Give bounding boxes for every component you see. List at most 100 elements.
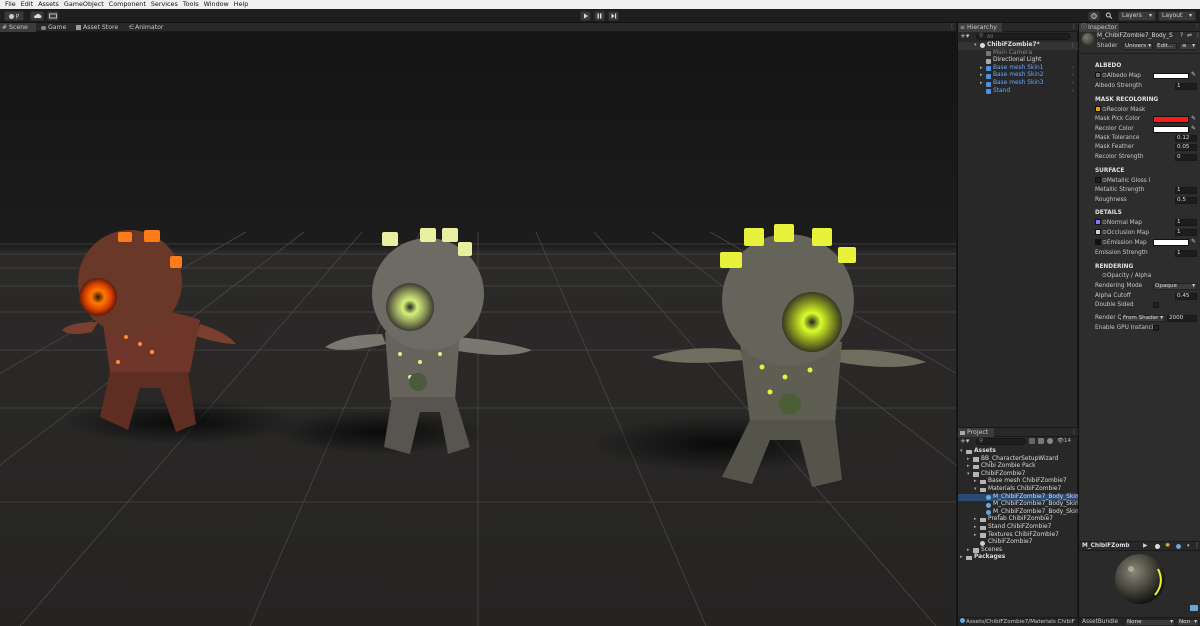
project-item-assets[interactable]: ▾ Assets <box>958 448 1078 456</box>
expand-arrow-icon[interactable]: ▸ <box>974 478 977 486</box>
expand-arrow-icon[interactable]: ▸ <box>980 80 983 88</box>
collab-button[interactable] <box>47 11 59 21</box>
shader-options-dropdown[interactable]: ≡ ▾ <box>1179 43 1197 50</box>
menu-component[interactable]: Component <box>109 0 146 9</box>
scene-viewport[interactable] <box>0 32 956 626</box>
albedo-strength-field[interactable]: 1 <box>1175 83 1197 90</box>
more-options-icon[interactable]: ⋮ <box>949 23 955 30</box>
hierarchy-root-scene[interactable]: ▾ ChibiFZombie7* ⋮ <box>958 42 1078 50</box>
history-button[interactable] <box>1088 11 1100 21</box>
help-icon[interactable]: ? <box>1180 32 1183 39</box>
expand-arrow-icon[interactable]: ▾ <box>974 486 977 494</box>
more-options-icon[interactable]: ⋮ <box>1194 542 1200 549</box>
hierarchy-item-base-mesh-skin2[interactable]: ▸ Base mesh Skin2 › <box>958 72 1078 80</box>
expand-arrow-icon[interactable]: ▸ <box>974 516 977 524</box>
more-options-icon[interactable]: ⋮ <box>1070 42 1076 50</box>
project-item-bb-charactersetupwizard[interactable]: ▸ BB_CharacterSetupWizard <box>958 456 1078 464</box>
roughness-field[interactable]: 0.5 <box>1175 197 1197 204</box>
search-by-type-icon[interactable] <box>1029 438 1035 444</box>
project-item-material-skin3[interactable]: M_ChibiFZombie7_Body_Skin3 <box>958 509 1082 517</box>
project-item-scenes-folder[interactable]: ▸ Scenes <box>958 547 1078 555</box>
expand-arrow-icon[interactable]: ▸ <box>960 554 963 562</box>
occlusion-map-thumbnail[interactable] <box>1095 229 1101 235</box>
tab-project[interactable]: Project <box>958 428 994 437</box>
expand-arrow-icon[interactable]: ▸ <box>967 547 970 555</box>
hierarchy-search-input[interactable]: ⚲ All <box>976 33 1070 40</box>
emission-color-swatch[interactable] <box>1153 239 1189 246</box>
mask-feather-field[interactable]: 0.05 <box>1175 144 1197 151</box>
menu-edit[interactable]: Edit <box>21 0 33 9</box>
account-button[interactable]: P <box>4 11 24 21</box>
expand-arrow-icon[interactable]: ▾ <box>967 471 970 479</box>
tab-hierarchy[interactable]: ≡ Hierarchy <box>958 23 1002 32</box>
eyedropper-icon[interactable]: ✎ <box>1191 115 1196 122</box>
tab-asset-store[interactable]: Asset Store <box>74 23 124 32</box>
cloud-button[interactable] <box>30 11 44 21</box>
play-icon[interactable]: ▶ <box>1143 542 1148 549</box>
shader-dropdown[interactable]: Univers ▾ <box>1123 43 1153 50</box>
alpha-cutoff-field[interactable]: 0.45 <box>1175 293 1197 300</box>
emission-strength-field[interactable]: 1 <box>1175 250 1197 257</box>
emission-map-thumbnail[interactable] <box>1095 239 1101 245</box>
recolor-mask-thumbnail[interactable] <box>1095 106 1101 112</box>
recolor-strength-field[interactable]: 0 <box>1175 154 1197 161</box>
project-item-chibifzombie7-folder[interactable]: ▾ ChibiFZombie7 <box>958 471 1078 479</box>
hidden-packages-count[interactable]: 👁14 <box>1057 438 1071 444</box>
render-queue-field[interactable]: 2000 <box>1167 315 1197 322</box>
eyedropper-icon[interactable]: ✎ <box>1191 71 1196 78</box>
reflection-icon[interactable] <box>1176 544 1181 549</box>
hierarchy-item-stand[interactable]: Stand › <box>958 88 1078 96</box>
albedo-map-thumbnail[interactable] <box>1095 72 1101 78</box>
search-button[interactable] <box>1103 11 1115 21</box>
expand-arrow-icon[interactable]: ▾ <box>974 42 977 50</box>
double-sided-checkbox[interactable] <box>1153 302 1159 308</box>
menu-file[interactable]: File <box>5 0 16 9</box>
sphere-icon[interactable] <box>1155 544 1160 549</box>
expand-arrow-icon[interactable]: ▸ <box>980 65 983 73</box>
assetbundle-dropdown[interactable]: None ▾ <box>1125 619 1175 626</box>
project-item-material-skin1[interactable]: M_ChibiFZombie7_Body_Skin1 <box>958 493 1082 502</box>
menu-gameobject[interactable]: GameObject <box>64 0 104 9</box>
project-item-base-mesh-folder[interactable]: ▸ Base mesh ChibiFZombie7 <box>958 478 1078 486</box>
project-item-textures-folder[interactable]: ▸ Textures ChibiFZombie7 <box>958 532 1078 540</box>
chevron-right-icon[interactable]: › <box>1072 72 1074 80</box>
more-options-icon[interactable]: ⋮ <box>1195 32 1200 39</box>
project-item-stand-folder[interactable]: ▸ Stand ChibiFZombie7 <box>958 524 1078 532</box>
metallic-gloss-thumbnail[interactable] <box>1095 177 1101 183</box>
project-search-input[interactable]: ⚲ <box>976 438 1026 445</box>
project-item-materials-folder[interactable]: ▾ Materials ChibiFZombie7 <box>958 486 1078 494</box>
material-preview-sphere[interactable] <box>1079 551 1200 617</box>
mask-pick-color-swatch[interactable] <box>1153 116 1189 123</box>
expand-arrow-icon[interactable]: ▸ <box>974 524 977 532</box>
create-asset-button[interactable]: +▾ <box>960 438 969 445</box>
tab-inspector[interactable]: ⓘ Inspector <box>1079 23 1119 32</box>
rendering-mode-dropdown[interactable]: Opaque ▾ <box>1153 283 1197 290</box>
layout-dropdown[interactable]: Layout ▾ <box>1158 11 1196 21</box>
metallic-strength-field[interactable]: 1 <box>1175 187 1197 194</box>
search-by-label-icon[interactable] <box>1038 438 1044 444</box>
menu-assets[interactable]: Assets <box>38 0 59 9</box>
light-icon[interactable]: ✺ <box>1165 542 1170 549</box>
edit-shader-button[interactable]: Edit... <box>1155 43 1177 50</box>
more-options-icon[interactable]: ⋮ <box>1071 428 1077 435</box>
project-item-packages[interactable]: ▸ Packages <box>958 554 1078 562</box>
expand-arrow-icon[interactable]: ▸ <box>980 72 983 80</box>
expand-arrow-icon[interactable]: ▾ <box>960 448 963 456</box>
project-item-prefab-folder[interactable]: ▸ Prefab ChibiFZombie7 <box>958 516 1078 524</box>
menu-help[interactable]: Help <box>234 0 249 9</box>
mask-tolerance-field[interactable]: 0.12 <box>1175 135 1197 142</box>
step-button[interactable] <box>608 11 619 21</box>
layers-dropdown[interactable]: Layers ▾ <box>1118 11 1156 21</box>
tab-scene[interactable]: # Scene <box>0 23 36 32</box>
recolor-color-swatch[interactable] <box>1153 126 1189 133</box>
normal-strength-field[interactable]: 1 <box>1175 219 1197 226</box>
eyedropper-icon[interactable]: ✎ <box>1191 125 1196 132</box>
hierarchy-item-main-camera[interactable]: Main Camera <box>958 50 1078 58</box>
tab-game[interactable]: Game <box>39 23 71 32</box>
expand-arrow-icon[interactable]: ▸ <box>967 456 970 464</box>
add-object-button[interactable]: +▾ <box>960 33 972 40</box>
hierarchy-item-base-mesh-skin3[interactable]: ▸ Base mesh Skin3 › <box>958 80 1078 88</box>
pause-button[interactable] <box>594 11 605 21</box>
chevron-right-icon[interactable]: › <box>1072 88 1074 96</box>
normal-map-thumbnail[interactable] <box>1095 219 1101 225</box>
